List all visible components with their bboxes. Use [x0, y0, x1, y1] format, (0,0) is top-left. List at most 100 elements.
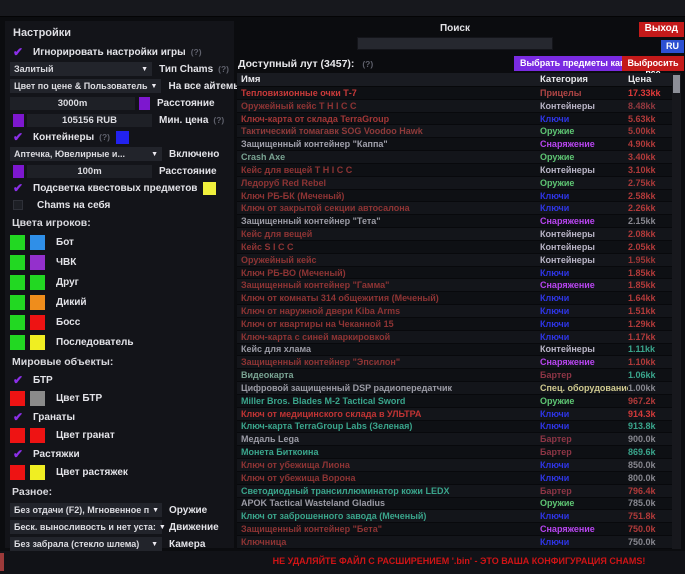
table-row[interactable]: Ключ РБ-БК (Меченый)Ключи2.58kk — [237, 190, 672, 203]
loot-item-name: Защищенный контейнер "Тета" — [237, 216, 540, 226]
table-row[interactable]: Ключ от закрытой секции автосалонаКлючи2… — [237, 202, 672, 215]
distance-color-swatch[interactable] — [139, 97, 150, 110]
table-row[interactable]: КлючницаКлючи750.0k — [237, 536, 672, 549]
color-pmc-swatch-1[interactable] — [10, 255, 25, 270]
table-row[interactable]: APOK Tactical Wasteland GladiusОружие785… — [237, 498, 672, 511]
grenade-color-swatch-1[interactable] — [10, 428, 25, 443]
table-row[interactable]: Ключ-карта от склада TerraGroupКлючи5.63… — [237, 113, 672, 126]
loot-scrollbar-thumb[interactable] — [673, 75, 680, 93]
table-row[interactable]: Ключ-карта TerraGroup Labs (Зеленая)Ключ… — [237, 421, 672, 434]
loot-item-name: Ледоруб Red Rebel — [237, 178, 540, 188]
all-items-color-value: Цвет по цене & Пользователь — [14, 81, 148, 91]
table-row[interactable]: Защищенный контейнер "Гамма"Снаряжение1.… — [237, 279, 672, 292]
loot-item-category: Ключи — [540, 460, 628, 470]
btr-color-swatch-1[interactable] — [10, 391, 25, 406]
loot-item-name: Защищенный контейнер "Бета" — [237, 524, 540, 534]
loot-item-category: Ключи — [540, 332, 628, 342]
containers-distance-color-swatch[interactable] — [13, 165, 24, 178]
color-follower-swatch-1[interactable] — [10, 335, 25, 350]
table-row[interactable]: Ключ-карта с синей маркировкойКлючи1.17k… — [237, 331, 672, 344]
table-row[interactable]: Ключ от квартиры на Чеканной 15Ключи1.29… — [237, 318, 672, 331]
search-input[interactable] — [357, 37, 553, 50]
table-row[interactable]: Светодиодный трансиллюминатор кожи LEDXБ… — [237, 485, 672, 498]
table-row[interactable]: Ключ РБ-ВО (Меченый)Ключи1.85kk — [237, 267, 672, 280]
exit-button[interactable]: Выход — [639, 22, 684, 37]
checkmark-icon[interactable]: ✔ — [10, 374, 26, 386]
table-row[interactable]: Оружейный кейс Т Н I C CКонтейнеры8.48kk — [237, 100, 672, 113]
language-button[interactable]: RU — [661, 40, 684, 53]
min-price-color-swatch[interactable] — [13, 114, 24, 127]
grenade-color-swatch-2[interactable] — [30, 428, 45, 443]
table-row[interactable]: Монета БиткоинаБартер869.6k — [237, 446, 672, 459]
all-items-color-dropdown[interactable]: Цвет по цене & Пользователь▼ — [10, 79, 161, 93]
loot-item-category: Бартер — [540, 447, 628, 457]
tripwire-color-swatch-2[interactable] — [30, 465, 45, 480]
containers-filter-dropdown[interactable]: Аптечка, Ювелирные и...▼ — [10, 147, 162, 161]
loot-table: Имя Категория Цена Тепловизионные очки Т… — [237, 73, 672, 549]
loot-item-category: Контейнеры — [540, 101, 628, 111]
loot-scrollbar[interactable] — [672, 73, 681, 549]
containers-color-swatch[interactable] — [116, 131, 129, 144]
color-friend-swatch-1[interactable] — [10, 275, 25, 290]
loot-item-price: 17.33kk — [628, 88, 672, 98]
containers-distance-input[interactable]: 100m — [27, 165, 152, 178]
camera-options-dropdown[interactable]: Без забрала (стекло шлема)▼ — [10, 537, 162, 551]
loot-title-text: Доступный лут (3457): — [238, 58, 354, 70]
loot-item-category: Контейнеры — [540, 344, 628, 354]
table-row[interactable]: Защищенный контейнер "Каппа"Снаряжение4.… — [237, 138, 672, 151]
color-scav-swatch-2[interactable] — [30, 295, 45, 310]
table-row[interactable]: Ключ от наружной двери Kiba ArmsКлючи1.5… — [237, 305, 672, 318]
checkmark-icon[interactable]: ✔ — [10, 46, 26, 58]
min-price-input[interactable]: 105156 RUB — [27, 114, 152, 127]
table-row[interactable]: Оружейный кейсКонтейнеры1.95kk — [237, 254, 672, 267]
checkbox-empty[interactable] — [13, 200, 23, 210]
setting-btr-color: Цвет БТР — [10, 389, 229, 408]
color-bot-swatch-2[interactable] — [30, 235, 45, 250]
table-row[interactable]: Кейс для вещей Т Н I C CКонтейнеры3.10kk — [237, 164, 672, 177]
checkmark-icon[interactable]: ✔ — [10, 448, 26, 460]
table-row[interactable]: Кейс для хламаКонтейнеры1.11kk — [237, 344, 672, 357]
table-row[interactable]: Ледоруб Red RebelОружие2.75kk — [237, 177, 672, 190]
table-row[interactable]: ВидеокартаБартер1.06kk — [237, 369, 672, 382]
table-row[interactable]: Ключ от заброшенного завода (Меченый)Клю… — [237, 510, 672, 523]
checkmark-icon[interactable]: ✔ — [10, 411, 26, 423]
chams-type-dropdown[interactable]: Залитый▼ — [10, 62, 152, 76]
color-follower-swatch-2[interactable] — [30, 335, 45, 350]
color-boss-swatch-1[interactable] — [10, 315, 25, 330]
setting-color-follower: Последователь — [10, 333, 229, 352]
table-row[interactable]: Защищенный контейнер "Тета"Снаряжение2.1… — [237, 215, 672, 228]
table-row[interactable]: Защищенный контейнер "Бета"Снаряжение750… — [237, 523, 672, 536]
table-row[interactable]: Кейс S I C CКонтейнеры2.05kk — [237, 241, 672, 254]
color-scav-swatch-1[interactable] — [10, 295, 25, 310]
table-row[interactable]: Тепловизионные очки Т-7Прицелы17.33kk — [237, 87, 672, 100]
loot-item-category: Бартер — [540, 434, 628, 444]
color-pmc-swatch-2[interactable] — [30, 255, 45, 270]
loot-item-category: Снаряжение — [540, 139, 628, 149]
drop-all-button[interactable]: Выбросить все — [622, 56, 684, 71]
table-row[interactable]: Цифровой защищенный DSP радиопередатчикС… — [237, 382, 672, 395]
checkmark-icon[interactable]: ✔ — [10, 182, 26, 194]
table-row[interactable]: Crash AxeОружие3.40kk — [237, 151, 672, 164]
checkmark-icon[interactable]: ✔ — [10, 131, 26, 143]
table-row[interactable]: Ключ от убежища ЛионаКлючи850.0k — [237, 459, 672, 472]
loot-item-category: Ключи — [540, 421, 628, 431]
table-row[interactable]: Miller Bros. Blades M-2 Tactical SwordОр… — [237, 395, 672, 408]
table-row[interactable]: Медаль LegaБартер900.0k — [237, 433, 672, 446]
loot-item-name: Защищенный контейнер "Каппа" — [237, 139, 540, 149]
loot-item-price: 900.0k — [628, 434, 672, 444]
movement-options-dropdown[interactable]: Беск. выносливость и нет уста:▼ — [10, 520, 162, 534]
table-row[interactable]: Тактический томагавк SOG Voodoo HawkОруж… — [237, 125, 672, 138]
color-bot-swatch-1[interactable] — [10, 235, 25, 250]
table-row[interactable]: Кейс для вещейКонтейнеры2.08kk — [237, 228, 672, 241]
table-row[interactable]: Защищенный контейнер "Эпсилон"Снаряжение… — [237, 356, 672, 369]
distance-input[interactable]: 3000m — [10, 97, 135, 110]
tripwire-color-swatch-1[interactable] — [10, 465, 25, 480]
color-boss-swatch-2[interactable] — [30, 315, 45, 330]
btr-color-swatch-2[interactable] — [30, 391, 45, 406]
color-friend-swatch-2[interactable] — [30, 275, 45, 290]
table-row[interactable]: Ключ от медицинского склада в УЛЬТРАКлюч… — [237, 408, 672, 421]
weapon-options-dropdown[interactable]: Без отдачи (F2), Мгновенное п▼ — [10, 503, 162, 517]
quest-highlight-color-swatch[interactable] — [203, 182, 216, 195]
table-row[interactable]: Ключ от комнаты 314 общежития (Меченый)К… — [237, 292, 672, 305]
table-row[interactable]: Ключ от убежища ВоронаКлючи800.0k — [237, 472, 672, 485]
